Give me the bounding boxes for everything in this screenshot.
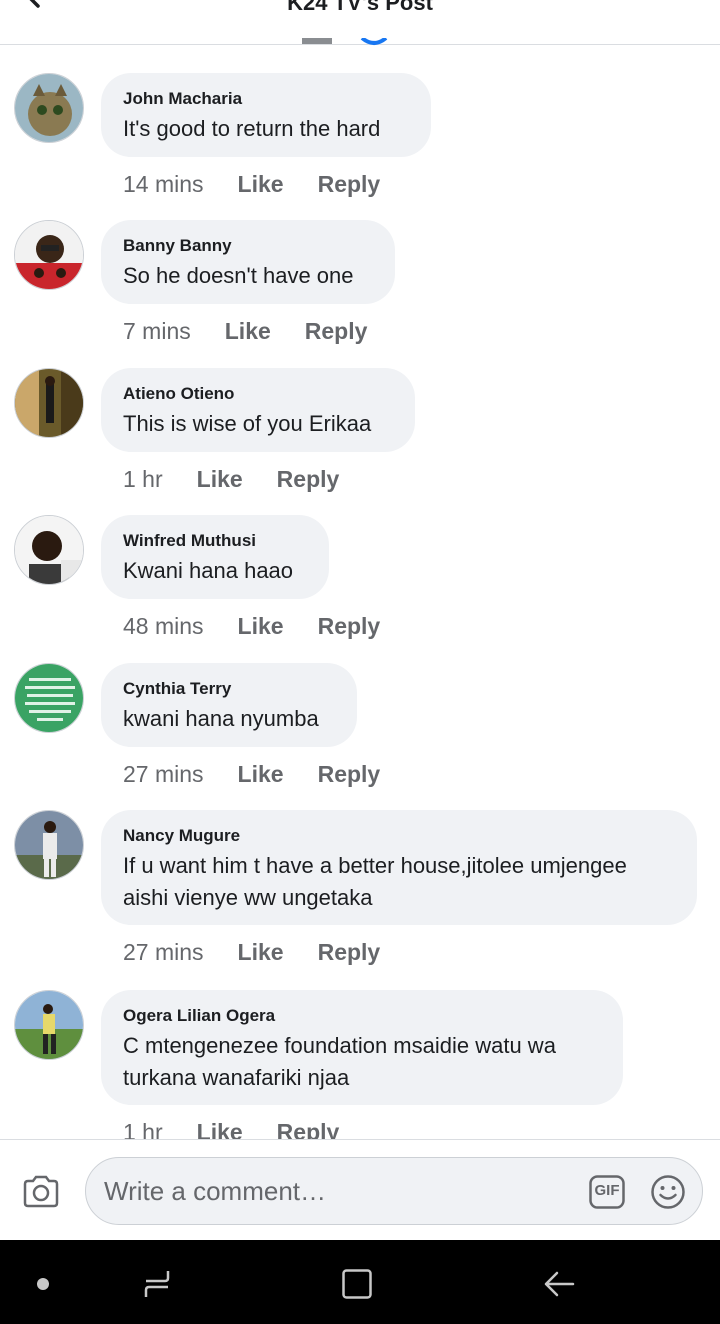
comment-bubble[interactable]: Ogera Lilian Ogera C mtengenezee foundat… [101,990,623,1105]
like-button[interactable]: Like [225,318,271,345]
comment-actions: 27 mins Like Reply [123,939,380,966]
emoji-icon[interactable] [650,1174,686,1210]
comment-timestamp: 1 hr [123,466,163,492]
comment-actions: 27 mins Like Reply [123,761,380,788]
avatar[interactable] [14,220,84,290]
comment-bubble[interactable]: Banny Banny So he doesn't have one [101,220,395,304]
commenter-name[interactable]: Nancy Mugure [123,826,675,846]
commenter-name[interactable]: Winfred Muthusi [123,531,307,551]
avatar[interactable] [14,810,84,880]
commenter-name[interactable]: John Macharia [123,89,409,109]
avatar[interactable] [14,515,84,585]
comment-bubble[interactable]: Atieno Otieno This is wise of you Erikaa [101,368,415,452]
comment-text: C mtengenezee foundation msaidie watu wa… [123,1030,601,1094]
like-button[interactable]: Like [238,613,284,640]
comment-text: This is wise of you Erikaa [123,411,372,436]
comment-bubble[interactable]: Nancy Mugure If u want him t have a bett… [101,810,697,925]
nav-dot-icon [37,1278,49,1290]
commenter-name[interactable]: Cynthia Terry [123,679,335,699]
comment-actions: 1 hr Like Reply [123,466,339,493]
comment-timestamp: 27 mins [123,939,204,965]
reply-button[interactable]: Reply [318,171,381,198]
avatar[interactable] [14,73,84,143]
comment-bubble[interactable]: John Macharia It's good to return the ha… [101,73,431,157]
avatar[interactable] [14,990,84,1060]
comment-actions: 48 mins Like Reply [123,613,380,640]
avatar[interactable] [14,368,84,438]
like-button[interactable]: Like [238,939,284,966]
comment-input-placeholder: Write a comment… [104,1176,327,1206]
comment-actions: 14 mins Like Reply [123,171,380,198]
comments-list: John Macharia It's good to return the ha… [0,45,720,1139]
reply-button[interactable]: Reply [277,1119,340,1139]
comment-composer: Write a comment… GIF [0,1139,720,1241]
comment-text-line: aishi vienye ww ungetaka [123,885,373,910]
commenter-name[interactable]: Atieno Otieno [123,384,393,404]
gif-icon-label: GIF [594,1182,620,1199]
comment-timestamp: 7 mins [123,318,191,344]
gif-icon[interactable]: GIF [589,1175,625,1209]
reply-button[interactable]: Reply [318,939,381,966]
comment-timestamp: 27 mins [123,761,204,787]
avatar[interactable] [14,663,84,733]
commenter-name[interactable]: Ogera Lilian Ogera [123,1006,601,1026]
comment-text: If u want him t have a better house,jito… [123,850,675,914]
comment-text: Kwani hana haao [123,558,294,583]
comment-actions: 7 mins Like Reply [123,318,367,345]
comment-text-line: C mtengenezee foundation msaidie watu wa [123,1033,556,1058]
reply-button[interactable]: Reply [318,613,381,640]
comment-timestamp: 48 mins [123,613,204,639]
comment-input[interactable]: Write a comment… GIF [85,1157,703,1225]
comment-timestamp: 14 mins [123,171,204,197]
camera-icon[interactable] [22,1174,60,1208]
comment-text: It's good to return the hard [123,116,381,141]
reply-button[interactable]: Reply [305,318,368,345]
comment-actions: 1 hr Like Reply [123,1119,339,1139]
comment-text: So he doesn't have one [123,263,354,288]
recent-apps-icon[interactable] [142,1268,172,1300]
reply-button[interactable]: Reply [277,466,340,493]
like-button[interactable]: Like [238,761,284,788]
like-button[interactable]: Like [197,466,243,493]
back-button-icon[interactable] [543,1268,575,1300]
reply-button[interactable]: Reply [318,761,381,788]
comment-text-line: turkana wanafariki njaa [123,1065,350,1090]
comment-timestamp: 1 hr [123,1119,163,1139]
post-title: K24 TV's Post [287,0,433,15]
like-button[interactable]: Like [238,171,284,198]
comment-bubble[interactable]: Winfred Muthusi Kwani hana haao [101,515,329,599]
home-button-icon[interactable] [341,1268,373,1300]
like-button[interactable]: Like [197,1119,243,1139]
commenter-name[interactable]: Banny Banny [123,236,373,256]
comment-text: kwani hana nyumba [123,706,319,731]
comment-bubble[interactable]: Cynthia Terry kwani hana nyumba [101,663,357,747]
comment-text-line: If u want him t have a better house,jito… [123,853,627,878]
system-navigation-bar [0,1240,720,1324]
